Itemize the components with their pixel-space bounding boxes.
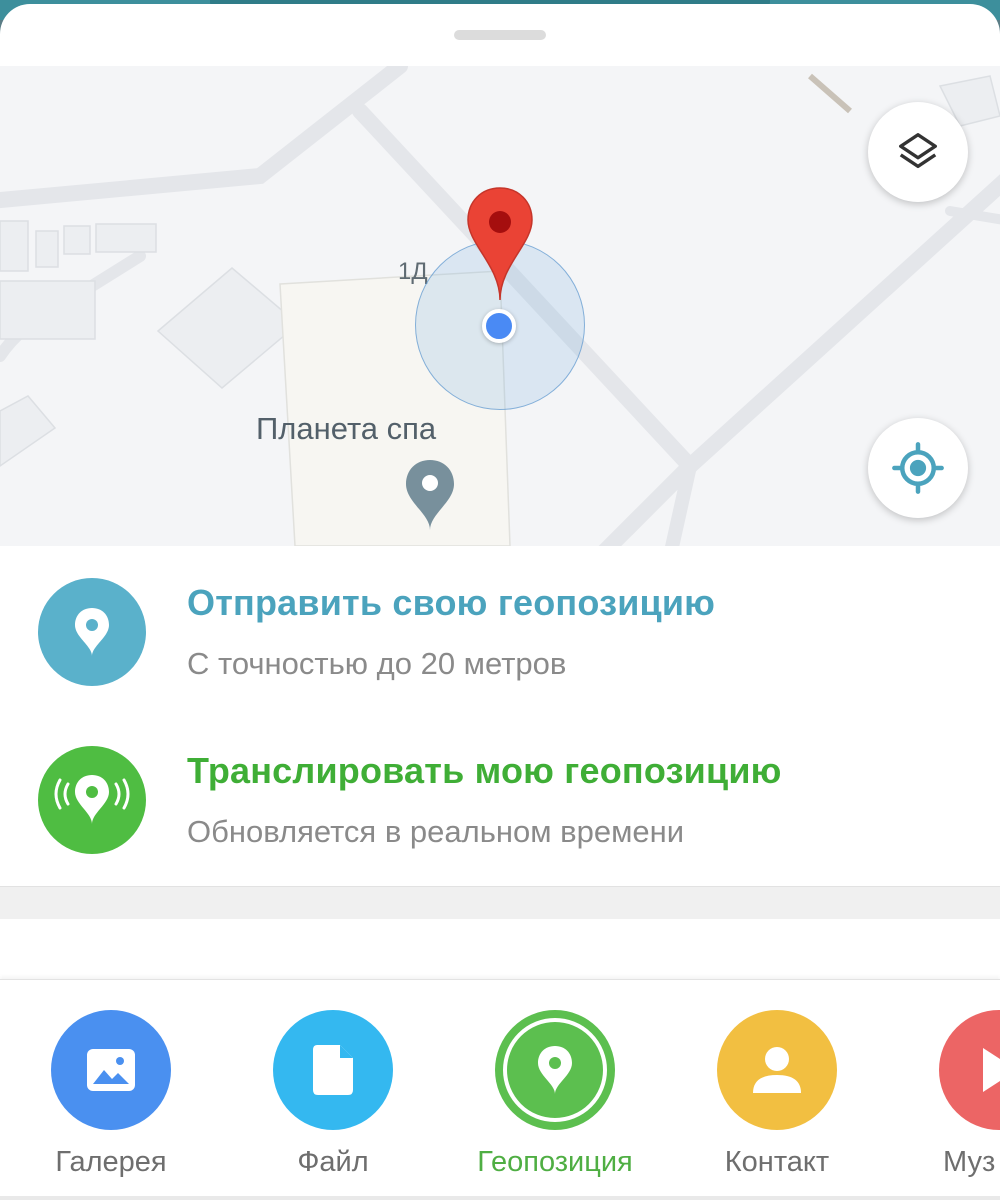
attach-location[interactable]: Геопозиция (455, 980, 655, 1200)
my-location-dot (482, 309, 516, 343)
attach-gallery-label: Галерея (55, 1146, 167, 1178)
crosshair-icon (892, 442, 944, 494)
location-sheet: 1Д Планета спа Отправить свою геопозицию… (0, 4, 1000, 1200)
live-location-icon-circle (38, 746, 146, 854)
attach-gallery[interactable]: Галерея (11, 980, 211, 1200)
my-location-button[interactable] (868, 418, 968, 518)
section-divider (0, 886, 1000, 919)
map-view[interactable]: 1Д Планета спа (0, 66, 1000, 546)
gallery-icon-circle (51, 1010, 171, 1130)
selected-location-pin-icon[interactable] (464, 186, 536, 304)
selected-ring (503, 1018, 607, 1122)
attach-music-label: Муз (943, 1146, 996, 1178)
send-location-option[interactable]: Отправить свою геопозицию С точностью до… (0, 550, 1000, 700)
attach-file[interactable]: Файл (233, 980, 433, 1200)
live-location-option[interactable]: Транслировать мою геопозицию Обновляется… (0, 718, 1000, 868)
send-location-icon-circle (38, 578, 146, 686)
send-location-subtitle: С точностью до 20 метров (187, 646, 567, 681)
map-layers-button[interactable] (868, 102, 968, 202)
image-icon (87, 1049, 135, 1091)
house-number-label: 1Д (398, 258, 428, 285)
attach-location-label: Геопозиция (477, 1146, 633, 1178)
place-pin-icon[interactable] (404, 458, 456, 532)
live-location-subtitle: Обновляется в реальном времени (187, 814, 685, 849)
live-location-title: Транслировать мою геопозицию (187, 750, 782, 791)
contact-icon-circle (717, 1010, 837, 1130)
person-icon (753, 1047, 801, 1093)
layers-icon (899, 133, 937, 169)
attach-contact[interactable]: Контакт (677, 980, 877, 1200)
attachment-bar: Галерея Файл Геопозиция Контакт Муз (0, 979, 1000, 1200)
send-location-title: Отправить свою геопозицию (187, 582, 716, 623)
sheet-drag-handle[interactable] (454, 30, 546, 40)
file-icon (313, 1045, 353, 1095)
location-icon-circle (495, 1010, 615, 1130)
broadcast-location-icon (54, 775, 130, 824)
location-pin-icon (75, 608, 109, 656)
attach-contact-label: Контакт (724, 1146, 830, 1178)
attach-file-label: Файл (297, 1146, 369, 1178)
bottom-edge (0, 1196, 1000, 1200)
place-label: Планета спа (256, 411, 437, 446)
music-icon-circle (939, 1010, 1000, 1130)
attach-music[interactable]: Муз (899, 980, 1000, 1200)
play-icon (983, 1048, 1000, 1092)
file-icon-circle (273, 1010, 393, 1130)
